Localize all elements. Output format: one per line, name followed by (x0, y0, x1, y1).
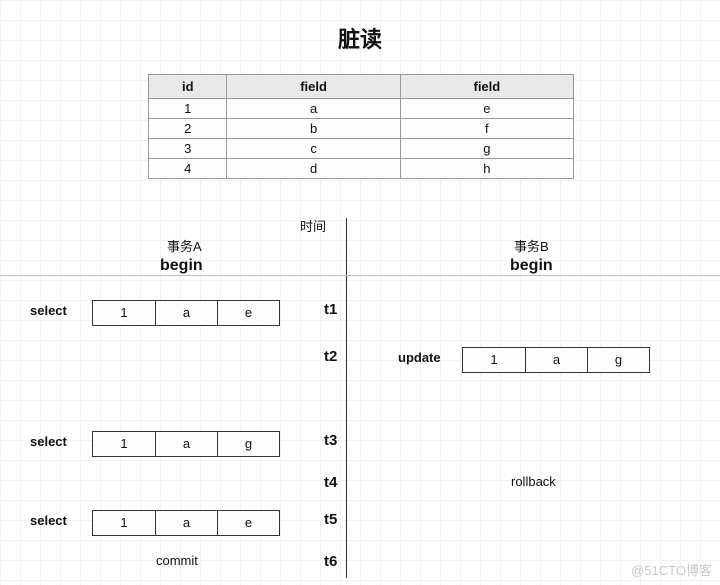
txn-a-title: 事务A (167, 236, 202, 255)
txn-b-begin: begin (510, 257, 553, 275)
table-row: 4 d h (149, 159, 574, 179)
op-select-label: select (30, 513, 67, 528)
t3-row: 1 a g (92, 431, 280, 457)
data-table: id field field 1 a e 2 b f 3 c g 4 d h (148, 74, 574, 179)
time-tick: t3 (324, 432, 346, 449)
time-tick: t1 (324, 301, 346, 318)
t5-row: 1 a e (92, 510, 280, 536)
t2-row: 1 a g (462, 347, 650, 373)
watermark: @51CTO博客 (631, 560, 712, 579)
txn-b-title: 事务B (514, 236, 549, 255)
time-tick: t5 (324, 511, 346, 528)
timeline-label: 时间 (300, 216, 326, 235)
txn-b-rollback: rollback (511, 474, 556, 489)
table-row: 2 b f (149, 119, 574, 139)
t1-row: 1 a e (92, 300, 280, 326)
col-id: id (149, 75, 227, 99)
op-select-label: select (30, 434, 67, 449)
col-field-1: field (227, 75, 400, 99)
time-tick: t6 (324, 553, 346, 570)
time-tick: t2 (324, 348, 346, 365)
timeline-axis (346, 218, 347, 578)
txn-a-commit: commit (156, 553, 198, 568)
op-update-label: update (398, 350, 441, 365)
time-tick: t4 (324, 474, 346, 491)
col-field-2: field (400, 75, 573, 99)
table-row: 1 a e (149, 99, 574, 119)
begin-separator (0, 275, 720, 276)
txn-a-begin: begin (160, 257, 203, 275)
op-select-label: select (30, 303, 67, 318)
diagram-title: 脏读 (0, 0, 720, 54)
table-row: 3 c g (149, 139, 574, 159)
